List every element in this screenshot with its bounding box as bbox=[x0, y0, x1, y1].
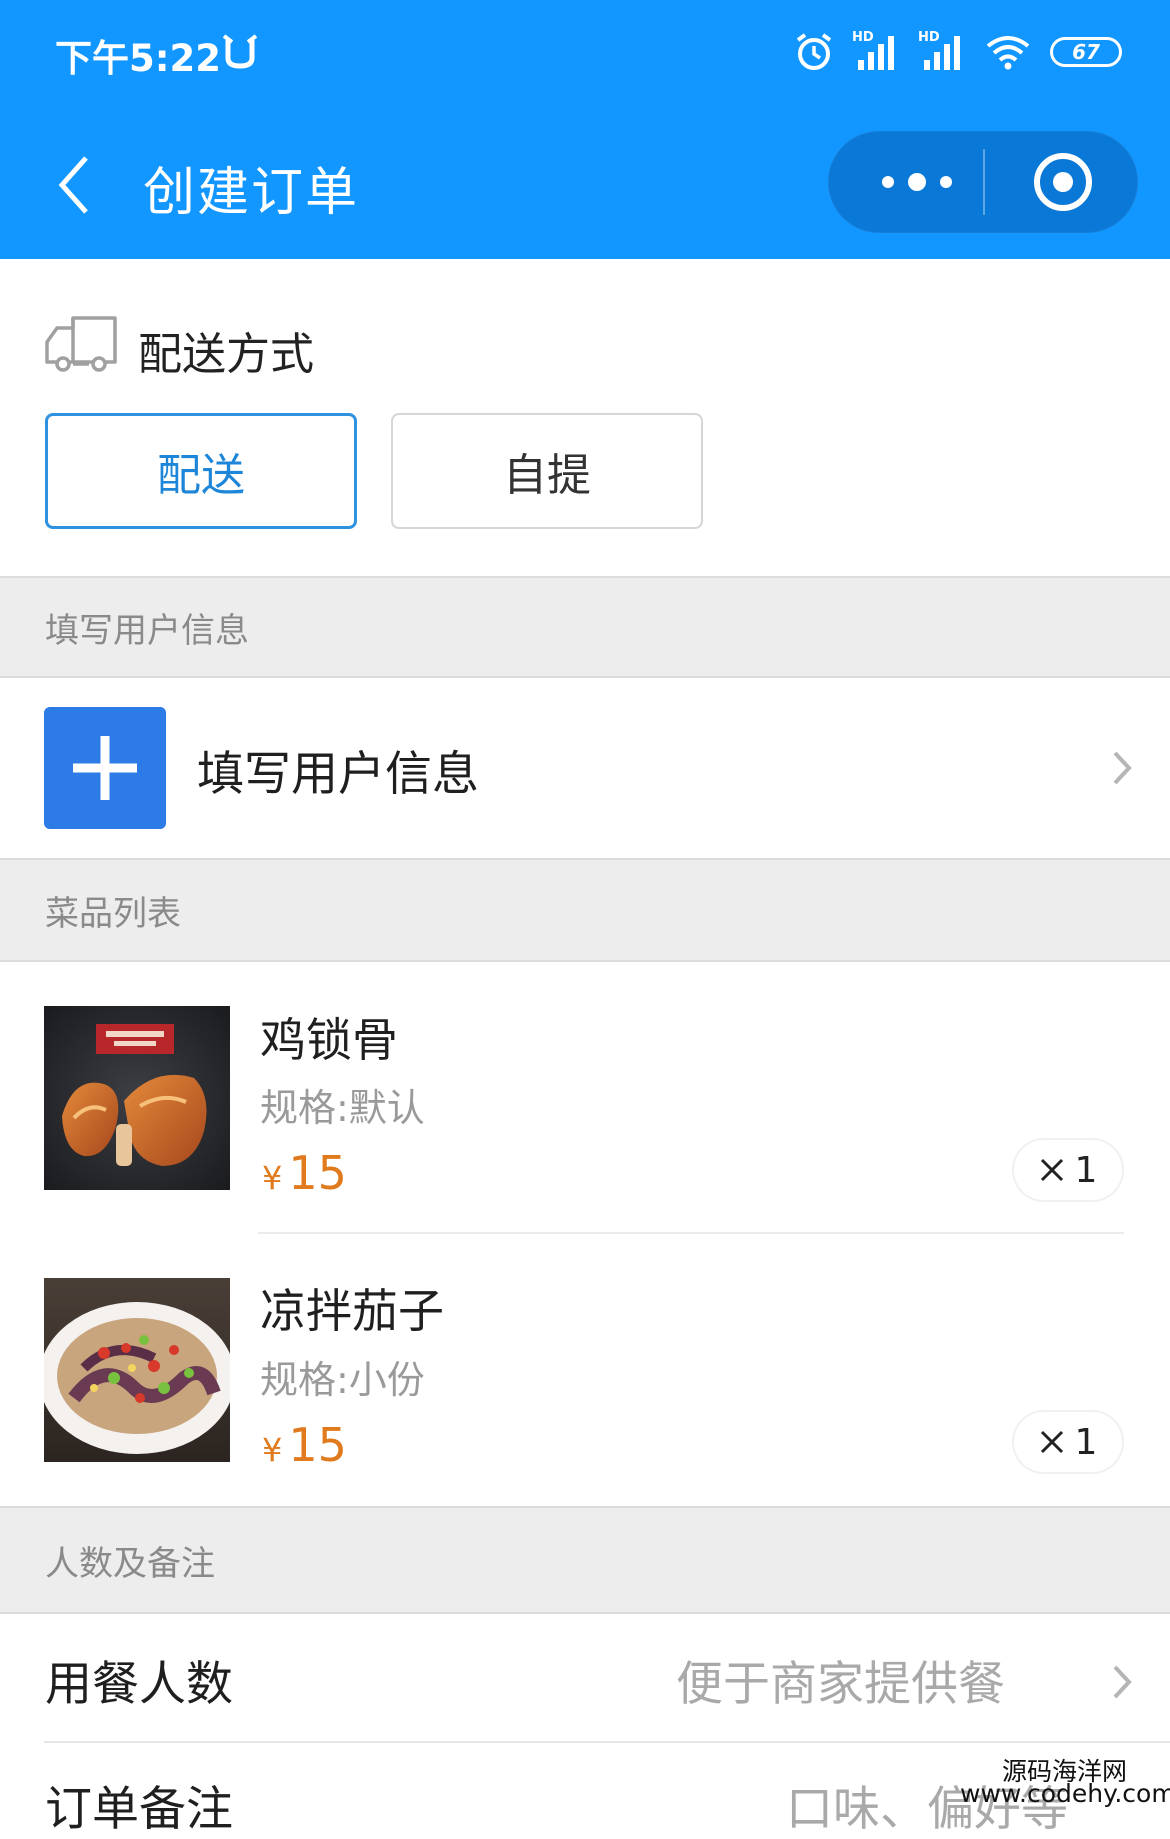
add-plus-icon[interactable] bbox=[44, 707, 166, 829]
dish-price: ¥ 15 bbox=[262, 1146, 347, 1200]
dish-divider bbox=[258, 1232, 1124, 1234]
dish-image-chicken-clavicle bbox=[44, 1006, 230, 1190]
people-notes-section-header: 人数及备注 bbox=[0, 1506, 1170, 1614]
battery-icon: 67 bbox=[1050, 37, 1122, 67]
quantity-value: 1 bbox=[1074, 1149, 1098, 1191]
user-info-row-label[interactable]: 填写用户信息 bbox=[197, 735, 479, 804]
status-icons: HD HD 67 bbox=[794, 30, 1122, 74]
quantity-badge: 1 bbox=[1012, 1410, 1124, 1474]
status-time: 下午5:22 bbox=[55, 37, 222, 80]
watermark-url: www.codehy.com bbox=[960, 1779, 1170, 1808]
back-arrow-icon[interactable] bbox=[52, 150, 96, 220]
delivery-method-title: 配送方式 bbox=[138, 329, 314, 380]
price-value: 15 bbox=[288, 1418, 347, 1472]
chevron-right-icon[interactable] bbox=[1110, 748, 1134, 788]
signal-icon-1: HD bbox=[852, 30, 900, 72]
dish-list-header-label: 菜品列表 bbox=[45, 893, 181, 934]
alarm-icon bbox=[796, 33, 832, 70]
quantity-badge: 1 bbox=[1012, 1138, 1124, 1202]
people-notes-header-label: 人数及备注 bbox=[45, 1543, 215, 1584]
dish-name: 凉拌茄子 bbox=[260, 1284, 444, 1338]
dish-list-section-header: 菜品列表 bbox=[0, 858, 1170, 962]
more-dots-icon[interactable] bbox=[872, 165, 962, 199]
page-title: 创建订单 bbox=[143, 163, 360, 223]
notification-icon bbox=[222, 34, 258, 69]
signal-icon-2: HD bbox=[918, 30, 966, 72]
multiply-icon bbox=[1040, 1430, 1063, 1454]
miniapp-capsule bbox=[828, 131, 1138, 233]
order-note-label: 订单备注 bbox=[45, 1782, 233, 1837]
diners-count-input[interactable]: 便于商家提供餐 bbox=[676, 1645, 1021, 1714]
delivery-truck-icon bbox=[45, 316, 117, 372]
dish-spec: 规格:默认 bbox=[260, 1086, 425, 1130]
currency-symbol: ¥ bbox=[262, 1431, 283, 1469]
dish-name: 鸡锁骨 bbox=[260, 1013, 398, 1067]
wifi-icon bbox=[986, 36, 1030, 70]
input-fade bbox=[1018, 1644, 1118, 1714]
form-divider bbox=[44, 1741, 1170, 1743]
price-value: 15 bbox=[288, 1146, 347, 1200]
delivery-option-button[interactable]: 配送 bbox=[45, 413, 357, 529]
diners-count-label: 用餐人数 bbox=[45, 1657, 233, 1712]
quantity-value: 1 bbox=[1074, 1421, 1098, 1463]
user-info-header-label: 填写用户信息 bbox=[45, 610, 249, 651]
pickup-option-button[interactable]: 自提 bbox=[391, 413, 703, 529]
multiply-icon bbox=[1040, 1158, 1063, 1182]
user-info-section-header: 填写用户信息 bbox=[0, 576, 1170, 678]
capsule-divider bbox=[983, 149, 985, 215]
close-target-icon[interactable] bbox=[1032, 151, 1094, 213]
chevron-right-icon[interactable] bbox=[1110, 1662, 1134, 1702]
battery-level: 67 bbox=[1072, 40, 1100, 64]
dish-image-eggplant bbox=[44, 1278, 230, 1462]
dish-price: ¥ 15 bbox=[262, 1418, 347, 1472]
user-info-row[interactable] bbox=[0, 678, 1170, 858]
currency-symbol: ¥ bbox=[262, 1159, 283, 1197]
dish-spec: 规格:小份 bbox=[260, 1358, 425, 1402]
